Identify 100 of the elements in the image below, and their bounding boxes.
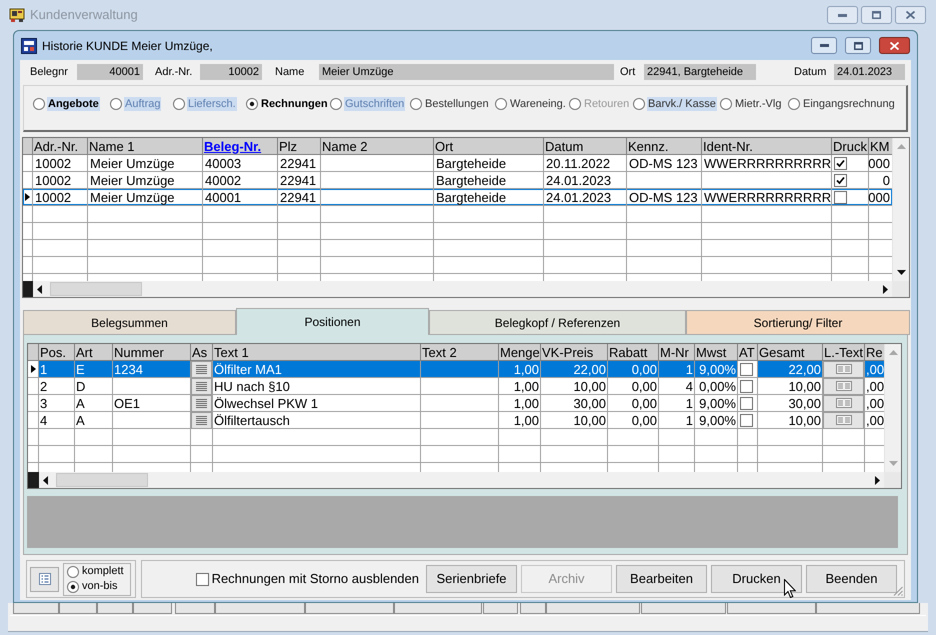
scrollbar-thumb[interactable] — [50, 282, 142, 296]
column-header[interactable]: Name 1 — [88, 138, 203, 154]
right-arrow-icon[interactable] — [875, 476, 880, 484]
close-button[interactable] — [895, 6, 926, 24]
text-button[interactable] — [823, 378, 864, 394]
column-header[interactable]: Pos. — [39, 344, 75, 360]
radio-button[interactable] — [110, 98, 122, 110]
text-button[interactable] — [823, 412, 864, 428]
checkbox[interactable] — [740, 380, 753, 392]
column-header[interactable]: Rabatt — [608, 344, 659, 360]
table-row[interactable]: 1 E 1234 Ölfilter MA1 1,00 22,00 0,00 1 9,00% 22,00 ,00 — [28, 361, 884, 378]
toolbar-button[interactable] — [97, 603, 133, 614]
column-header[interactable]: Kennz. — [627, 138, 702, 154]
radio-button[interactable] — [173, 98, 185, 110]
radio-button[interactable] — [410, 98, 422, 110]
toolbar-button[interactable] — [305, 603, 394, 614]
read-only-field[interactable]: 10002 — [200, 64, 262, 80]
read-only-field[interactable]: 24.01.2023 — [834, 64, 905, 80]
table-row[interactable]: 3 A OE1 Ölwechsel PKW 1 1,00 30,00 0,00 1 9,00% 30,00 ,00 — [28, 395, 884, 412]
tab[interactable]: Belegsummen — [23, 310, 236, 335]
close-button[interactable] — [879, 37, 910, 54]
radio-button[interactable] — [495, 98, 507, 110]
table-row[interactable]: 2 D HU nach §10 1,00 10,00 0,00 4 0,00% 10,00 ,00 — [28, 378, 884, 395]
checkbox[interactable] — [196, 572, 209, 586]
text-button[interactable] — [191, 360, 212, 378]
toolbar-button[interactable] — [59, 603, 97, 614]
column-header[interactable]: Art — [75, 344, 113, 360]
horizontal-scrollbar[interactable] — [33, 281, 892, 297]
read-only-field[interactable]: Meier Umzüge — [319, 64, 614, 80]
tab[interactable]: Belegkopf / Referenzen — [429, 310, 686, 335]
radio-label[interactable]: Barvk./ Kasse — [647, 97, 717, 111]
resize-grip-icon[interactable] — [893, 586, 903, 596]
checkbox[interactable] — [834, 190, 847, 204]
column-header[interactable]: Plz — [278, 138, 321, 154]
column-header[interactable]: Beleg-Nr. — [203, 138, 278, 154]
column-header[interactable]: Nummer — [113, 344, 191, 360]
toolbar-button[interactable] — [816, 603, 920, 614]
minimize-button[interactable] — [827, 6, 858, 24]
toolbar-button[interactable] — [175, 603, 215, 614]
read-only-field[interactable]: 22941, Bargteheide — [644, 64, 756, 80]
checkbox[interactable] — [834, 156, 847, 170]
column-header[interactable]: L.-Text — [823, 344, 865, 360]
action-button[interactable]: Serienbriefe — [426, 565, 517, 593]
toolbar-button[interactable] — [520, 603, 546, 614]
text-button[interactable] — [191, 378, 212, 394]
table-row[interactable]: 10002 Meier Umzüge 40002 22941 Bargteheide 24.01.2023 0 — [23, 172, 892, 189]
toolbar-button[interactable] — [215, 603, 305, 614]
checkbox[interactable] — [740, 362, 753, 376]
table-row[interactable]: 4 A Ölfiltertausch 1,00 10,00 0,00 1 9,00% 10,00 ,00 — [28, 412, 884, 429]
down-arrow-icon[interactable] — [896, 270, 906, 275]
vertical-scrollbar[interactable] — [892, 138, 909, 281]
column-header[interactable]: Ident-Nr. — [702, 138, 832, 154]
left-arrow-icon[interactable] — [37, 284, 42, 294]
list-view-button[interactable] — [30, 566, 59, 592]
table-row[interactable]: 10002 Meier Umzüge 40001 22941 Bargteheide 24.01.2023 OD-MS 123 WWERRRRRRRRRR 000 — [23, 189, 892, 206]
checkbox[interactable] — [834, 174, 847, 186]
column-header[interactable]: Mwst — [695, 344, 738, 360]
column-header[interactable]: AT — [738, 344, 758, 360]
radio-label[interactable]: Eingangsrechnung — [802, 97, 896, 111]
radio-label[interactable]: Angebote — [47, 97, 100, 111]
action-button[interactable]: Bearbeiten — [616, 565, 707, 593]
column-header[interactable]: VK-Preis — [541, 344, 608, 360]
read-only-field[interactable]: 40001 — [77, 64, 143, 80]
text-button[interactable] — [191, 412, 212, 428]
tab[interactable]: Positionen — [236, 308, 429, 335]
radio-label[interactable]: von-bis — [82, 580, 118, 593]
radio-button[interactable] — [788, 98, 800, 110]
toolbar-button[interactable] — [13, 603, 59, 614]
radio-label[interactable]: Bestellungen — [424, 97, 490, 111]
toolbar-button[interactable] — [727, 603, 816, 614]
radio-label[interactable]: Rechnungen — [260, 97, 329, 111]
radio-label[interactable]: komplett — [82, 565, 124, 578]
radio-button[interactable] — [720, 98, 732, 110]
maximize-button[interactable] — [861, 6, 892, 24]
toolbar-button[interactable] — [483, 603, 518, 614]
column-header[interactable]: Menge — [499, 344, 541, 360]
checkbox[interactable] — [740, 396, 753, 410]
column-header[interactable]: M-Nr — [659, 344, 695, 360]
text-button[interactable] — [823, 394, 864, 412]
radio-button[interactable] — [33, 98, 45, 110]
left-arrow-icon[interactable] — [43, 476, 48, 484]
radio-label[interactable]: Mietr.-Vlg — [734, 97, 782, 111]
horizontal-scrollbar[interactable] — [39, 472, 884, 488]
column-header[interactable]: Text 2 — [421, 344, 499, 360]
minimize-button[interactable] — [811, 37, 837, 54]
radio-button[interactable] — [246, 98, 258, 110]
column-header[interactable]: Gesamt — [758, 344, 823, 360]
text-button[interactable] — [823, 360, 864, 378]
radio-button[interactable] — [633, 98, 645, 110]
table-row[interactable]: 10002 Meier Umzüge 40003 22941 Bargteheide 20.11.2022 OD-MS 123 WWERRRRRRRRRR 000 — [23, 155, 892, 172]
column-header[interactable]: Druck — [832, 138, 869, 154]
radio-button[interactable] — [330, 98, 342, 110]
radio-button[interactable] — [67, 566, 79, 578]
column-header[interactable]: Text 1 — [213, 344, 421, 360]
checkbox-label[interactable]: Rechnungen mit Storno ausblenden — [212, 569, 419, 589]
radio-label[interactable]: Wareneing. — [509, 97, 567, 111]
toolbar-button[interactable] — [394, 603, 482, 614]
column-header[interactable]: Datum — [544, 138, 627, 154]
column-header[interactable]: As — [191, 344, 213, 360]
tab[interactable]: Sortierung/ Filter — [686, 310, 910, 335]
